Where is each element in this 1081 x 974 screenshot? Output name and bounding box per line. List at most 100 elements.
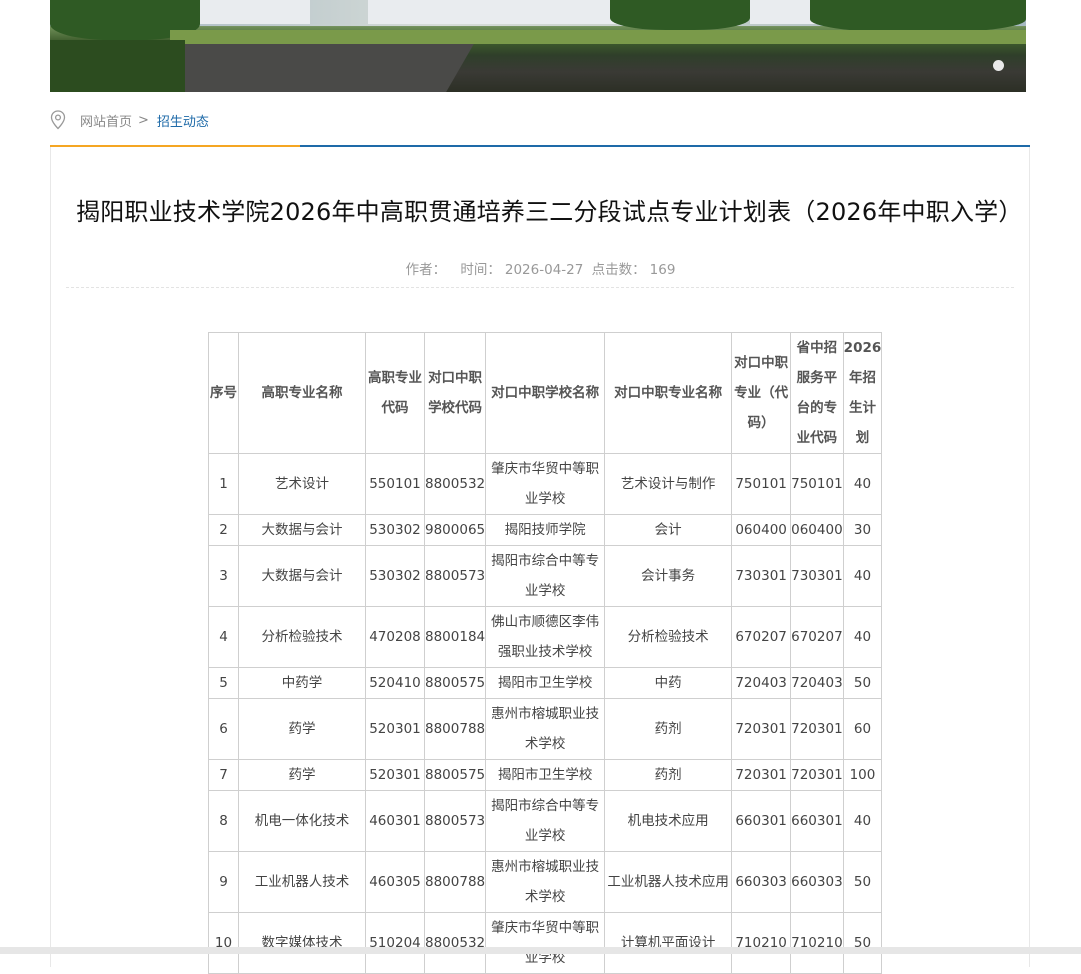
table-cell: 40	[842, 545, 883, 607]
location-pin-icon	[50, 110, 66, 130]
table-cell: 750101	[790, 453, 844, 515]
breadcrumb-current-link[interactable]: 招生动态	[157, 111, 209, 130]
table-cell: 揭阳市卫生学校	[485, 667, 606, 699]
table-cell: 470208	[365, 606, 425, 668]
table-cell: 550101	[365, 453, 425, 515]
table-cell: 660301	[731, 790, 792, 852]
table-row: 3 大数据与会计 530302 8800573 揭阳市综合中等专业学校 会计事务…	[208, 545, 883, 607]
table-cell: 佛山市顺德区李伟强职业技术学校	[485, 606, 606, 668]
table-row: 7 药学 520301 8800575 揭阳市卫生学校 药剂 720301 72…	[208, 759, 883, 791]
table-cell: 720301	[790, 759, 844, 791]
table-cell: 8800184	[423, 606, 487, 668]
meta-divider	[66, 287, 1014, 288]
header-cell: 序号	[208, 332, 239, 454]
table-cell: 艺术设计	[238, 453, 366, 515]
header-cell: 高职专业名称	[238, 332, 366, 454]
author-label: 作者：	[405, 262, 447, 278]
table-cell: 8800532	[423, 912, 487, 974]
table-cell: 710210	[790, 912, 844, 974]
campus-banner-image	[50, 0, 1026, 92]
table-cell: 1	[208, 453, 239, 515]
table-cell: 艺术设计与制作	[604, 453, 733, 515]
table-cell: 机电一体化技术	[238, 790, 366, 852]
table-cell: 惠州市榕城职业技术学校	[485, 851, 606, 913]
header-cell: 对口中职学校代码	[423, 332, 487, 454]
header-cell: 省中招服务平台的专业代码	[790, 332, 844, 454]
time-label: 时间：	[460, 262, 501, 278]
table-row: 5 中药学 520410 8800575 揭阳市卫生学校 中药 720403 7…	[208, 667, 883, 699]
article-title: 揭阳职业技术学院2026年中高职贯通培养三二分段试点专业计划表（2026年中职入…	[76, 198, 1023, 226]
table-row: 1 艺术设计 550101 8800532 肇庆市华贸中等职业学校 艺术设计与制…	[208, 453, 883, 515]
table-cell: 中药	[604, 667, 733, 699]
banner-building	[200, 0, 310, 24]
table-cell: 肇庆市华贸中等职业学校	[485, 912, 606, 974]
table-cell: 710210	[731, 912, 792, 974]
table-row: 10 数字媒体技术 510204 8800532 肇庆市华贸中等职业学校 计算机…	[208, 912, 883, 974]
table-row: 6 药学 520301 8800788 惠州市榕城职业技术学校 药剂 72030…	[208, 698, 883, 760]
table-cell: 会计	[604, 514, 733, 546]
table-cell: 8	[208, 790, 239, 852]
table-cell: 中药学	[238, 667, 366, 699]
horizontal-scrollbar[interactable]	[0, 947, 1081, 954]
table-cell: 4	[208, 606, 239, 668]
table-cell: 40	[842, 606, 883, 668]
table-cell: 会计事务	[604, 545, 733, 607]
table-cell: 50	[842, 851, 883, 913]
breadcrumb: 网站首页 > 招生动态	[50, 106, 209, 134]
table-cell: 7	[208, 759, 239, 791]
table-cell: 720301	[731, 698, 792, 760]
table-cell: 670207	[790, 606, 844, 668]
header-cell: 对口中职专业名称	[604, 332, 733, 454]
table-cell: 揭阳市卫生学校	[485, 759, 606, 791]
table-row: 8 机电一体化技术 460301 8800573 揭阳市综合中等专业学校 机电技…	[208, 790, 883, 852]
table-cell: 520301	[365, 698, 425, 760]
table-row: 4 分析检验技术 470208 8800184 佛山市顺德区李伟强职业技术学校 …	[208, 606, 883, 668]
table-cell: 药学	[238, 698, 366, 760]
table-cell: 660301	[790, 790, 844, 852]
carousel-dot[interactable]	[993, 60, 1004, 71]
table-cell: 30	[842, 514, 883, 546]
table-row: 9 工业机器人技术 460305 8800788 惠州市榕城职业技术学校 工业机…	[208, 851, 883, 913]
breadcrumb-separator: >	[138, 112, 149, 128]
header-cell: 对口中职专业（代码）	[731, 332, 792, 454]
table-cell: 9800065	[423, 514, 487, 546]
table-header-row: 序号 高职专业名称 高职专业代码 对口中职学校代码 对口中职学校名称 对口中职专…	[208, 332, 883, 454]
table-cell: 720301	[790, 698, 844, 760]
table-cell: 肇庆市华贸中等职业学校	[485, 453, 606, 515]
table-cell: 8800575	[423, 667, 487, 699]
article-meta: 作者： 时间： 2026-04-27 点击数： 169	[0, 258, 1081, 278]
table-cell: 药学	[238, 759, 366, 791]
time-value: 2026-04-27	[504, 262, 584, 278]
table-cell: 720301	[731, 759, 792, 791]
table-cell: 大数据与会计	[238, 545, 366, 607]
table-cell: 揭阳市综合中等专业学校	[485, 790, 606, 852]
table-cell: 机电技术应用	[604, 790, 733, 852]
table-cell: 5	[208, 667, 239, 699]
table-cell: 060400	[790, 514, 844, 546]
clicks-label: 点击数：	[591, 262, 646, 278]
table-cell: 720403	[790, 667, 844, 699]
table-cell: 揭阳市综合中等专业学校	[485, 545, 606, 607]
table-cell: 660303	[731, 851, 792, 913]
table-cell: 060400	[731, 514, 792, 546]
header-cell: 高职专业代码	[365, 332, 425, 454]
banner-trees	[610, 0, 750, 30]
table-cell: 药剂	[604, 759, 733, 791]
enrollment-plan-table: 序号 高职专业名称 高职专业代码 对口中职学校代码 对口中职学校名称 对口中职专…	[208, 332, 883, 974]
banner-trees	[810, 0, 1026, 32]
table-cell: 730301	[790, 545, 844, 607]
breadcrumb-home-link[interactable]: 网站首页	[80, 111, 132, 130]
table-cell: 530302	[365, 545, 425, 607]
table-cell: 730301	[731, 545, 792, 607]
banner-building	[368, 0, 628, 24]
table-cell: 100	[842, 759, 883, 791]
table-cell: 8800575	[423, 759, 487, 791]
banner-hedge	[50, 40, 185, 92]
table-cell: 10	[208, 912, 239, 974]
table-cell: 工业机器人技术应用	[604, 851, 733, 913]
table-cell: 揭阳技师学院	[485, 514, 606, 546]
table-cell: 50	[842, 667, 883, 699]
table-cell: 530302	[365, 514, 425, 546]
table-cell: 6	[208, 698, 239, 760]
table-cell: 8800788	[423, 851, 487, 913]
